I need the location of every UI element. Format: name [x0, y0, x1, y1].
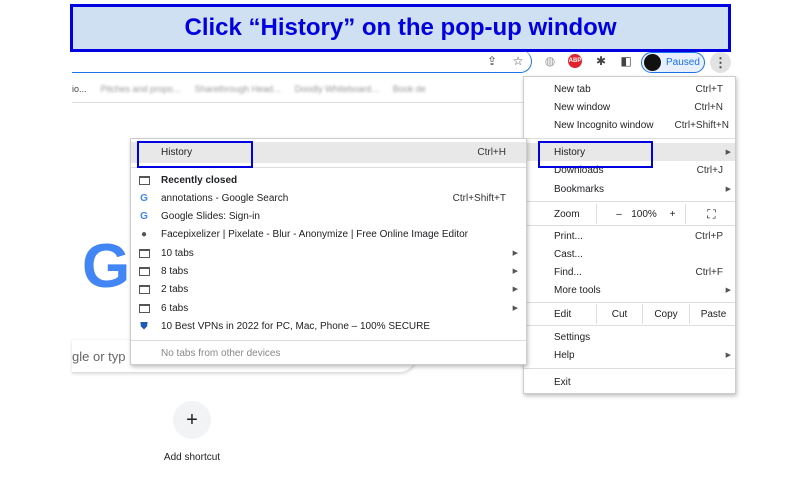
chevron-right-icon: ▶ — [512, 268, 518, 275]
menu-item-cast[interactable]: Cast... — [524, 245, 735, 263]
menu-item-zoom: Zoom – 100% + ⛶ — [524, 204, 735, 224]
star-icon[interactable]: ☆ — [510, 53, 526, 69]
menu-button[interactable]: ⋮ — [710, 52, 731, 73]
fullscreen-icon[interactable]: ⛶ — [685, 204, 737, 224]
menu-item-help[interactable]: Help ▶ — [524, 346, 735, 364]
list-item[interactable]: 10 tabs ▶ — [131, 244, 526, 262]
no-tabs-message: No tabs from other devices — [161, 347, 281, 359]
zoom-in-button[interactable]: + — [660, 204, 685, 224]
divider — [524, 225, 735, 226]
divider — [131, 340, 526, 341]
abp-text: ABP — [568, 58, 582, 64]
list-item[interactable]: 8 tabs ▶ — [131, 262, 526, 280]
menu-item-new-tab[interactable]: New tab Ctrl+T — [524, 80, 735, 98]
history-submenu: History Ctrl+H Recently closed Gannotatio… — [130, 138, 527, 365]
list-item[interactable]: 6 tabs ▶ — [131, 299, 526, 317]
menu-item-new-incognito[interactable]: New Incognito window Ctrl+Shift+N — [524, 116, 735, 134]
tab-icon — [139, 248, 150, 258]
list-item[interactable]: 2 tabs ▶ — [131, 280, 526, 298]
divider — [524, 138, 735, 139]
address-bar[interactable] — [72, 50, 532, 73]
avatar — [644, 54, 661, 71]
chevron-right-icon: ▶ — [512, 286, 518, 293]
divider — [524, 201, 735, 202]
list-item[interactable]: ⛊ 10 Best VPNs in 2022 for PC, Mac, Phone… — [131, 317, 526, 335]
zoom-level: 100% — [631, 208, 657, 220]
globe-icon[interactable]: ◍ — [542, 53, 558, 69]
chrome-menu: New tab Ctrl+T New window Ctrl+N New Incog… — [523, 76, 736, 394]
chevron-right-icon: ▶ — [512, 250, 518, 257]
tab-icon — [139, 284, 150, 294]
add-shortcut-button[interactable]: + — [173, 401, 211, 439]
extensions-icon[interactable]: ✱ — [593, 53, 609, 69]
divider — [524, 302, 735, 303]
menu-item-more-tools[interactable]: More tools ▶ — [524, 281, 735, 299]
recently-closed-header: Recently closed — [131, 171, 526, 189]
profile-button[interactable]: Paused — [641, 52, 705, 73]
bookmark[interactable]: Sharethrough Head... — [195, 84, 281, 94]
tab-icon — [139, 303, 150, 313]
bookmark[interactable]: Doodly Whiteboard... — [295, 84, 379, 94]
chevron-right-icon: ▶ — [725, 352, 731, 359]
chevron-right-icon: ▶ — [725, 287, 731, 294]
chevron-right-icon: ▶ — [725, 186, 731, 193]
bookmark[interactable]: Book de — [393, 84, 426, 94]
add-shortcut-label: Add shortcut — [163, 452, 221, 463]
copy-button[interactable]: Copy — [642, 304, 689, 324]
cut-button[interactable]: Cut — [596, 304, 642, 324]
profile-status: Paused — [666, 57, 700, 68]
chevron-right-icon: ▶ — [512, 305, 518, 312]
globe-icon: ● — [140, 228, 148, 240]
adblock-icon[interactable]: ABP — [568, 54, 582, 68]
menu-item-print[interactable]: Print... Ctrl+P — [524, 227, 735, 245]
banner-text: Click “History” on the pop-up window — [184, 14, 617, 41]
menu-item-bookmarks[interactable]: Bookmarks ▶ — [524, 180, 735, 198]
google-icon: G — [140, 192, 148, 204]
list-item[interactable]: Gannotations - Google Search Ctrl+Shift+T — [131, 189, 526, 207]
tab-icon — [139, 175, 150, 185]
tab-icon — [139, 266, 150, 276]
divider — [524, 368, 735, 369]
menu-item-find[interactable]: Find... Ctrl+F — [524, 263, 735, 281]
bookmark[interactable]: io... — [72, 84, 87, 94]
list-item[interactable]: ● Facepixelizer | Pixelate - Blur - Anony… — [131, 225, 526, 243]
divider — [72, 102, 524, 103]
highlight-box — [137, 141, 253, 168]
highlight-box — [538, 141, 653, 168]
side-panel-icon[interactable]: ◧ — [618, 53, 634, 69]
menu-item-new-window[interactable]: New window Ctrl+N — [524, 98, 735, 116]
bookmarks-bar: io... Pitches and propo... Sharethrough … — [72, 80, 524, 98]
bookmark[interactable]: Pitches and propo... — [101, 84, 181, 94]
paste-button[interactable]: Paste — [689, 304, 737, 324]
more-vert-icon: ⋮ — [714, 54, 727, 70]
menu-item-exit[interactable]: Exit — [524, 373, 735, 391]
google-logo: G — [82, 236, 131, 298]
chevron-right-icon: ▶ — [725, 149, 731, 156]
search-placeholder: gle or typ — [72, 348, 126, 364]
plus-icon: + — [186, 408, 198, 431]
divider — [524, 325, 735, 326]
shield-icon: ⛊ — [140, 320, 148, 332]
menu-item-settings[interactable]: Settings — [524, 328, 735, 346]
share-icon[interactable]: ⇪ — [484, 53, 500, 69]
google-icon: G — [140, 210, 148, 222]
list-item[interactable]: G Google Slides: Sign-in — [131, 207, 526, 225]
menu-item-edit: Edit Cut Copy Paste — [524, 304, 735, 324]
instruction-banner: Click “History” on the pop-up window — [70, 4, 731, 52]
